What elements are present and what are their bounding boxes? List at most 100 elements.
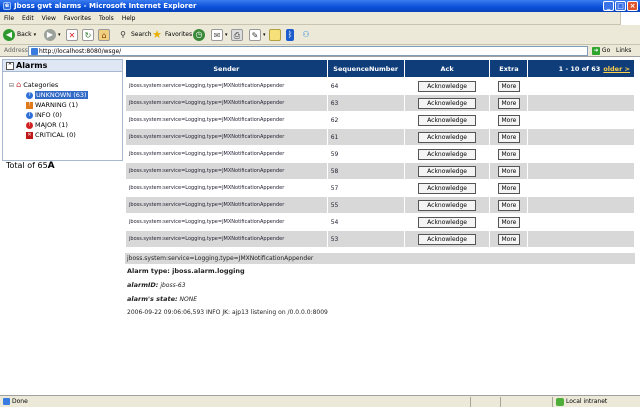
header-ack[interactable]: Ack: [403, 59, 491, 78]
cell-ack: Acknowledge: [403, 111, 491, 129]
mail-button[interactable]: ✉ ▾: [211, 28, 228, 42]
close-button[interactable]: ×: [627, 1, 638, 11]
search-button[interactable]: ⚲ Search: [117, 28, 152, 42]
messenger-button[interactable]: ⚇: [300, 28, 312, 42]
acknowledge-button[interactable]: Acknowledge: [418, 131, 477, 143]
table-row[interactable]: jboss.system:service=Logging,type=JMXNot…: [125, 179, 635, 197]
note-button[interactable]: [269, 28, 281, 42]
home-folder-icon: ⌂: [16, 80, 22, 89]
older-link[interactable]: older >: [603, 65, 630, 73]
address-input[interactable]: http://localhost:8080/wsge/: [28, 46, 588, 56]
forward-arrow-icon: ▶: [44, 29, 56, 41]
back-dropdown-icon[interactable]: ▾: [34, 28, 37, 42]
search-label: Search: [131, 31, 152, 38]
refresh-button[interactable]: ↻: [82, 28, 94, 42]
more-button[interactable]: More: [497, 216, 520, 228]
menu-favorites[interactable]: Favorites: [60, 12, 95, 25]
menu-file[interactable]: File: [0, 12, 18, 25]
bluetooth-button[interactable]: ᛒ: [286, 28, 294, 42]
table-row[interactable]: jboss.system:service=Logging,type=JMXNot…: [125, 230, 635, 248]
alarms-panel: ^ Alarms ⊟ ⌂ Categories ? UNKNOWN (63) ! W…: [2, 59, 123, 161]
category-warning[interactable]: ! WARNING (1): [9, 100, 122, 110]
acknowledge-button[interactable]: Acknowledge: [418, 182, 477, 194]
tree-root-categories[interactable]: ⊟ ⌂ Categories: [9, 80, 122, 90]
more-button[interactable]: More: [497, 148, 520, 160]
forward-button[interactable]: ▶ ▾: [44, 28, 61, 42]
more-button[interactable]: More: [497, 199, 520, 211]
maximize-button[interactable]: □: [615, 1, 626, 11]
home-button[interactable]: ⌂: [98, 28, 110, 42]
header-sequence[interactable]: SequenceNumber: [326, 59, 405, 78]
acknowledge-button[interactable]: Acknowledge: [418, 233, 477, 245]
cell-extra: More: [489, 179, 529, 197]
acknowledge-button[interactable]: Acknowledge: [418, 165, 477, 177]
table-row[interactable]: jboss.system:service=Logging,type=JMXNot…: [125, 128, 635, 146]
table-row[interactable]: jboss.system:service=Logging,type=JMXNot…: [125, 77, 635, 95]
links-button[interactable]: Links: [616, 45, 631, 57]
menu-edit[interactable]: Edit: [18, 12, 38, 25]
detail-alarm-id: alarmID: jboss-63: [125, 278, 635, 292]
acknowledge-button[interactable]: Acknowledge: [418, 80, 477, 92]
favorites-button[interactable]: ★ Favorites: [151, 28, 192, 42]
header-extra[interactable]: Extra: [489, 59, 529, 78]
alarms-title: Alarms: [16, 61, 48, 70]
category-label: INFO (0): [35, 111, 62, 119]
acknowledge-button[interactable]: Acknowledge: [418, 199, 477, 211]
history-button[interactable]: ◷: [193, 28, 205, 42]
table-row[interactable]: jboss.system:service=Logging,type=JMXNot…: [125, 94, 635, 112]
back-button[interactable]: ◀ Back ▾: [3, 28, 36, 42]
menu-help[interactable]: Help: [118, 12, 140, 25]
favorites-label: Favorites: [165, 31, 193, 38]
detail-alarm-id-value: jboss-63: [160, 282, 186, 289]
acknowledge-button[interactable]: Acknowledge: [418, 148, 477, 160]
acknowledge-button[interactable]: Acknowledge: [418, 216, 477, 228]
table-row[interactable]: jboss.system:service=Logging,type=JMXNot…: [125, 196, 635, 214]
detail-alarm-state-value: NONE: [179, 296, 198, 303]
unknown-icon: ?: [26, 91, 33, 99]
menu-tools[interactable]: Tools: [95, 12, 118, 25]
table-row[interactable]: jboss.system:service=Logging,type=JMXNot…: [125, 162, 635, 180]
tree-root-label: Categories: [23, 81, 59, 89]
more-button[interactable]: More: [497, 80, 520, 92]
more-button[interactable]: More: [497, 165, 520, 177]
category-major[interactable]: ! MAJOR (1): [9, 120, 122, 130]
menu-view[interactable]: View: [38, 12, 60, 25]
cell-extra: More: [489, 196, 529, 214]
edit-button[interactable]: ✎ ▾: [249, 28, 266, 42]
cell-sender: jboss.system:service=Logging,type=JMXNot…: [125, 230, 328, 248]
bluetooth-icon: ᛒ: [286, 29, 294, 41]
cell-extra: More: [489, 145, 529, 163]
status-divider: [552, 397, 553, 407]
more-button[interactable]: More: [497, 233, 520, 245]
more-button[interactable]: More: [497, 114, 520, 126]
category-info[interactable]: i INFO (0): [9, 110, 122, 120]
total-text: Total of 65: [6, 161, 48, 170]
table-row[interactable]: jboss.system:service=Logging,type=JMXNot…: [125, 145, 635, 163]
alarms-panel-header: ^ Alarms: [3, 60, 122, 72]
collapse-icon[interactable]: ^: [6, 62, 14, 70]
category-label: MAJOR (1): [35, 121, 68, 129]
table-row[interactable]: jboss.system:service=Logging,type=JMXNot…: [125, 213, 635, 231]
cell-spacer: [527, 94, 635, 112]
acknowledge-button[interactable]: Acknowledge: [418, 114, 477, 126]
forward-dropdown-icon[interactable]: ▾: [58, 28, 61, 42]
minimize-button[interactable]: _: [603, 1, 614, 11]
detail-sender: jboss.system:service=Logging,type=JMXNot…: [125, 253, 635, 264]
category-critical[interactable]: ✕ CRITICAL (0): [9, 130, 122, 140]
stop-button[interactable]: ✕: [66, 28, 78, 42]
header-sender[interactable]: Sender: [125, 59, 328, 78]
table-row[interactable]: jboss.system:service=Logging,type=JMXNot…: [125, 111, 635, 129]
cell-spacer: [527, 213, 635, 231]
acknowledge-button[interactable]: Acknowledge: [418, 97, 477, 109]
more-button[interactable]: More: [497, 131, 520, 143]
mail-dropdown-icon[interactable]: ▾: [225, 28, 228, 42]
detail-alarm-type: Alarm type: jboss.alarm.logging: [125, 264, 635, 278]
history-icon: ◷: [193, 29, 205, 41]
category-unknown[interactable]: ? UNKNOWN (63): [9, 90, 122, 100]
print-button[interactable]: ⎙: [231, 28, 243, 42]
edit-dropdown-icon[interactable]: ▾: [263, 28, 266, 42]
go-button[interactable]: ➜ Go: [592, 46, 610, 56]
tree-expander-icon[interactable]: ⊟: [9, 82, 14, 89]
more-button[interactable]: More: [497, 182, 520, 194]
more-button[interactable]: More: [497, 97, 520, 109]
